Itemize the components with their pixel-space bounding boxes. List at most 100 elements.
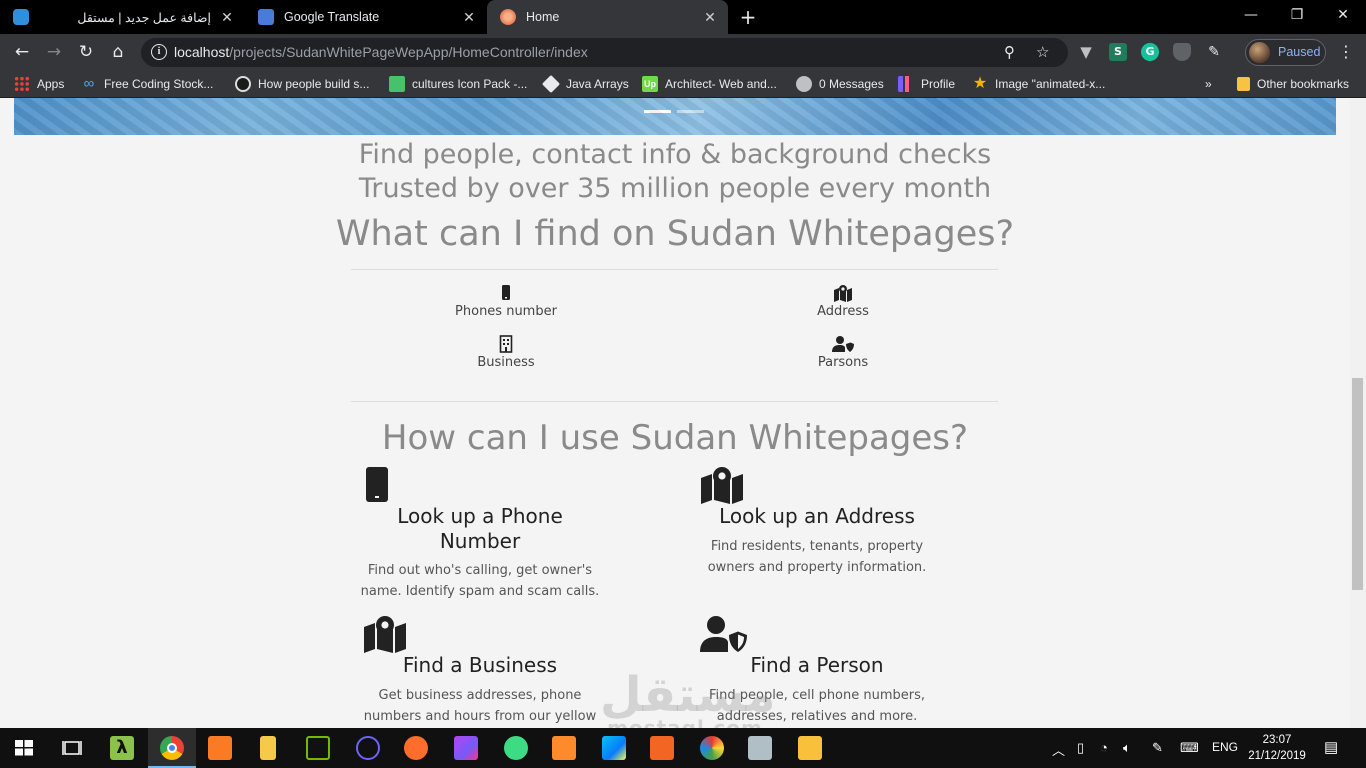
battery-icon[interactable]: ▯ (1077, 740, 1084, 756)
home-icon[interactable]: ⌂ (106, 41, 130, 63)
chrome-icon[interactable] (160, 736, 184, 760)
profile-status: Paused (1278, 45, 1321, 59)
address-bar[interactable]: i localhost/projects/SudanWhitePageWepAp… (141, 38, 1068, 67)
bookmark-profile[interactable]: Profile (898, 75, 955, 93)
vue-devtools-icon[interactable]: ▼ (1077, 43, 1095, 61)
carousel-indicator[interactable] (677, 110, 704, 113)
site-info-icon[interactable]: i (151, 44, 167, 60)
atom-icon[interactable] (356, 736, 380, 760)
tab-title: Google Translate (284, 10, 380, 24)
bookmark-image-animated[interactable]: ★ Image "animated-x... (972, 75, 1105, 93)
grammarly-icon[interactable]: G (1141, 43, 1159, 61)
bookmark-label: Free Coding Stock... (104, 77, 214, 91)
bookmark-label: Apps (37, 77, 65, 91)
browser-titlebar: إضافة عمل جديد | مستقل ✕ Google Translat… (0, 0, 1366, 34)
file-explorer-icon[interactable] (798, 736, 822, 760)
tab-google-translate[interactable]: Google Translate ✕ (245, 0, 487, 34)
s-extension-icon[interactable]: S (1109, 43, 1127, 61)
language-indicator[interactable]: ENG (1212, 740, 1238, 754)
bookmark-free-coding-stock[interactable]: ∞ Free Coding Stock... (81, 75, 214, 93)
tab-mostaql[interactable]: إضافة عمل جديد | مستقل ✕ (0, 0, 245, 34)
file-icon[interactable] (260, 736, 276, 760)
feature-business[interactable]: Find a Business Get business addresses, … (360, 615, 600, 728)
back-arrow-icon[interactable]: ← (10, 41, 34, 63)
close-icon[interactable]: ✕ (217, 9, 237, 26)
restore-icon[interactable]: ❐ (1274, 0, 1320, 30)
page-scrollbar[interactable] (1350, 98, 1366, 728)
pen-workspace-icon[interactable]: ✎ (1152, 740, 1163, 756)
category-phones[interactable]: Phones number (416, 284, 596, 319)
volume-icon[interactable]: 🔈︎ (1123, 740, 1131, 756)
lambda-app-icon[interactable]: λ (110, 736, 134, 760)
android-studio-icon[interactable] (504, 736, 528, 760)
clock-date: 21/12/2019 (1248, 750, 1306, 762)
feature-address[interactable]: Look up an Address Find residents, tenan… (697, 466, 937, 586)
bookmark-architect[interactable]: Up Architect- Web and... (642, 75, 777, 93)
zoom-icon[interactable]: ⚲ (1004, 43, 1015, 61)
windows-start-icon[interactable] (12, 736, 36, 760)
bookmark-label: cultures Icon Pack -... (412, 77, 528, 91)
bookmark-java-arrays[interactable]: Java Arrays (541, 74, 629, 94)
notifications-icon[interactable]: ▤ (1324, 738, 1338, 756)
globe-icon (796, 76, 812, 92)
tab-home[interactable]: Home ✕ (487, 0, 728, 34)
bookmarks-overflow-icon[interactable]: » (1205, 75, 1212, 93)
app-icon[interactable] (650, 736, 674, 760)
powerpoint-icon[interactable] (552, 736, 576, 760)
divider (351, 401, 998, 402)
close-icon[interactable]: ✕ (700, 9, 720, 26)
user-shield-icon (700, 616, 747, 652)
reload-icon[interactable]: ↻ (74, 41, 98, 63)
bookmark-label: Image "animated-x... (995, 77, 1106, 91)
watermark-arabic: مستقل (600, 667, 776, 723)
feature-phone[interactable]: Look up a Phone Number Find out who's ca… (360, 466, 600, 606)
webstorm-icon[interactable] (602, 736, 626, 760)
apps-grid-icon (14, 76, 30, 92)
nvidia-icon[interactable] (306, 736, 330, 760)
url-text[interactable]: localhost/projects/SudanWhitePageWepApp/… (174, 44, 588, 60)
forward-arrow-icon[interactable]: → (42, 41, 66, 63)
window-close-icon[interactable]: ✕ (1320, 0, 1366, 30)
kebab-menu-icon[interactable]: ⋮ (1338, 42, 1354, 61)
java-icon (541, 74, 561, 94)
windows-taskbar: λ ︿ ▯ ◔ 🔈︎ ✎ ⌨ ENG 23:07 21/12/2019 ▤ (0, 728, 1366, 768)
sublime-icon[interactable] (404, 736, 428, 760)
web-page: Find people, contact info & background c… (0, 98, 1350, 728)
map-marker-icon (701, 467, 743, 504)
bookmark-how-people-build[interactable]: How people build s... (235, 75, 369, 93)
pen-extension-icon[interactable]: ✎ (1205, 43, 1223, 61)
bookmark-cultures-icon-pack[interactable]: cultures Icon Pack -... (389, 75, 527, 93)
xampp-icon[interactable] (208, 736, 232, 760)
bookmark-star-icon[interactable]: ☆ (1036, 43, 1049, 61)
new-tab-plus-icon[interactable]: + (736, 6, 760, 28)
shield-extension-icon[interactable] (1173, 43, 1191, 61)
taskbar-clock[interactable]: 23:07 21/12/2019 (1245, 732, 1309, 764)
bookmark-messages[interactable]: 0 Messages (796, 75, 884, 93)
other-bookmarks[interactable]: Other bookmarks (1237, 75, 1349, 93)
carousel-indicator-active[interactable] (644, 110, 671, 113)
bookmark-apps[interactable]: Apps (14, 75, 64, 93)
phone-icon (366, 467, 388, 502)
profile-paused-button[interactable]: Paused (1245, 39, 1326, 66)
color-app-icon[interactable] (700, 736, 724, 760)
user-shield-icon (832, 336, 854, 352)
avatar (1249, 42, 1270, 63)
google-translate-icon (258, 9, 274, 25)
category-parsons[interactable]: Parsons (753, 335, 933, 370)
phpstorm-icon[interactable] (454, 736, 478, 760)
monitor-app-icon[interactable] (748, 736, 772, 760)
scrollbar-thumb[interactable] (1352, 378, 1363, 590)
category-business[interactable]: Business (416, 335, 596, 370)
headline-line-2: Trusted by over 35 million people every … (358, 173, 992, 204)
divider (351, 269, 998, 270)
folder-icon (1237, 77, 1250, 91)
wifi-icon[interactable]: ◔ (1100, 740, 1108, 755)
github-icon (235, 76, 251, 92)
show-hidden-icons-icon[interactable]: ︿ (1052, 740, 1065, 759)
task-view-icon[interactable] (60, 736, 84, 760)
keyboard-icon[interactable]: ⌨ (1180, 740, 1199, 756)
feature-title: Find a Business (402, 653, 558, 677)
close-icon[interactable]: ✕ (459, 9, 479, 26)
category-address[interactable]: Address (753, 284, 933, 319)
minimize-icon[interactable]: — (1228, 0, 1274, 30)
